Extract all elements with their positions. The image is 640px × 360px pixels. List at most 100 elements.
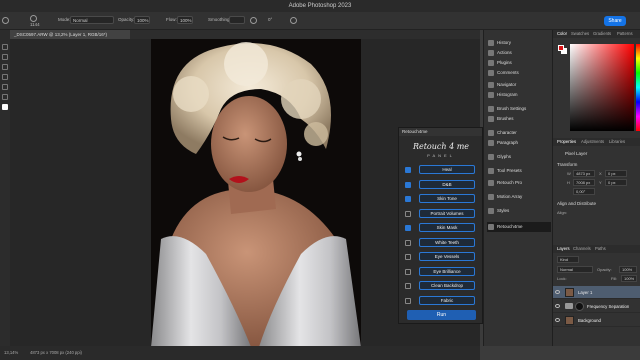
retouch-tool-button[interactable]: D&B [419,179,475,189]
y-field[interactable]: 0 px [605,179,627,186]
panel-item-histogram[interactable]: Histogram [487,90,551,100]
checkbox[interactable] [405,283,411,289]
checkbox[interactable] [405,297,411,304]
layer-opacity-field[interactable]: 100% [619,266,637,273]
panel-item-glyphs[interactable]: Glyphs [487,152,551,162]
panel-item-label: Plugins [497,60,512,65]
paragraph-icon [488,140,494,146]
tab-paths[interactable]: Paths [595,246,606,251]
layer-row-frequency-separation[interactable]: Frequency Separation [553,300,640,313]
panel-item-retouch-pro[interactable]: Retouch Pro [487,178,551,188]
tab-layers[interactable]: Layers [557,246,570,251]
panel-item-tool-presets[interactable]: Tool Presets [487,166,551,176]
checkbox[interactable] [405,268,411,275]
panel-item-brushes[interactable]: Brushes [487,114,551,124]
retouch4me-panel-header[interactable]: Retouch4me [399,128,482,136]
checkbox[interactable] [405,167,411,173]
tab-patterns[interactable]: Patterns [617,31,633,36]
tab-gradients[interactable]: Gradients [593,31,611,36]
checkbox[interactable] [405,196,411,202]
title-bar: Adobe Photoshop 2023 [0,0,640,12]
move-tool-icon[interactable] [2,44,8,50]
panel-item-motion-array[interactable]: Motion Array [487,192,551,202]
folder-icon [565,303,573,309]
panel-item-paragraph[interactable]: Paragraph [487,138,551,148]
retouch-tool-button[interactable]: White Teeth [419,237,475,247]
panel-item-navigator[interactable]: Navigator [487,80,551,90]
run-button[interactable]: Run [407,310,476,320]
smoothing-label: Smoothing: [208,17,231,22]
tab-color[interactable]: Color [557,31,567,36]
brush-tool-icon[interactable] [2,84,8,90]
height-field[interactable]: 7008 px [573,179,595,186]
angle-field[interactable]: 0,00° [573,188,595,195]
color-field[interactable] [570,44,634,131]
x-field[interactable]: 0 px [605,170,627,177]
checkbox[interactable] [405,239,411,246]
checkbox[interactable] [405,254,411,260]
retouch-tool-button[interactable]: Clean Backdrop [419,281,475,290]
transform-heading[interactable]: Transform [557,162,577,167]
flow-field[interactable]: 100% [177,16,193,24]
share-button[interactable]: Share [604,16,626,26]
brush-settings-icon [488,106,494,112]
panel-item-actions[interactable]: Actions [487,48,551,58]
panel-item-plugins[interactable]: Plugins [487,58,551,68]
zoom-level[interactable]: 13,14% [4,350,18,355]
layer-name: Frequency Separation [587,304,630,309]
retouch-tool-button[interactable]: Eye Brilliance [419,266,475,276]
retouch-tool-button[interactable]: Eye Vessels [419,252,475,261]
eye-icon[interactable] [555,304,560,308]
brush-angle[interactable]: 0° [268,17,272,22]
panel-item-brush-settings[interactable]: Brush Settings [487,104,551,114]
tab-libraries[interactable]: Libraries [609,139,625,144]
panel-item-character[interactable]: Character [487,128,551,138]
panel-item-comments[interactable]: Comments [487,68,551,78]
gear-icon[interactable] [250,17,257,24]
layer-filter-kind[interactable]: Kind [557,256,579,263]
checkbox[interactable] [405,210,411,217]
history-icon [488,40,494,46]
checkbox[interactable] [405,181,411,188]
color-tabs: Color Swatches Gradients Patterns [553,30,640,38]
marquee-tool-icon[interactable] [2,54,8,60]
foreground-color-icon[interactable] [2,104,8,110]
eye-icon[interactable] [555,318,560,322]
tab-properties[interactable]: Properties [557,139,576,144]
crop-tool-icon[interactable] [2,74,8,80]
brush-preset-icon[interactable] [30,15,37,22]
retouch-tool-button[interactable]: Skin Tone [419,194,475,203]
retouch-tool-button[interactable]: Skin Mask [419,223,475,232]
layer-row-background[interactable]: Background [553,314,640,327]
mode-select[interactable]: Normal [70,16,114,24]
width-field[interactable]: 4873 px [573,170,595,177]
histogram-icon [488,92,494,98]
pressure-icon[interactable] [290,17,297,24]
layer-row-layer-1[interactable]: Layer 1 [553,286,640,299]
retouch-tool-button[interactable]: Fabric [419,295,475,305]
checkbox[interactable] [405,225,411,231]
align-distribute-heading[interactable]: Align and Distribute [557,201,596,206]
eye-icon[interactable] [555,290,560,294]
properties-tabs: Properties Adjustments Libraries [553,138,640,146]
retouch-tool-button[interactable]: Heal [419,165,475,174]
fill-field[interactable]: 100% [621,275,637,282]
panel-item-retouch4me[interactable]: Retouch4me [487,222,551,232]
tab-channels[interactable]: Channels [573,246,591,251]
home-icon[interactable] [2,17,9,24]
blend-mode-select[interactable]: Normal [557,266,593,273]
width-label: W [567,171,571,176]
opacity-field[interactable]: 100% [134,16,150,24]
tab-adjustments[interactable]: Adjustments [581,139,604,144]
document-tab[interactable]: _DSC0597.ARW @ 13,2% (Layer 1, RGB/16*) [10,30,130,39]
hue-slider[interactable] [636,44,640,131]
smoothing-field[interactable] [229,16,245,24]
tab-swatches[interactable]: Swatches [571,31,589,36]
foreground-color-swatch[interactable] [558,45,564,51]
retouch-tool-button[interactable]: Portrait Volumes [419,208,475,218]
lasso-tool-icon[interactable] [2,64,8,70]
stamp-tool-icon[interactable] [2,94,8,100]
panel-item-styles[interactable]: Styles [487,206,551,216]
retouch-row-d-b: D&B [405,179,479,190]
panel-item-history[interactable]: History [487,38,551,48]
